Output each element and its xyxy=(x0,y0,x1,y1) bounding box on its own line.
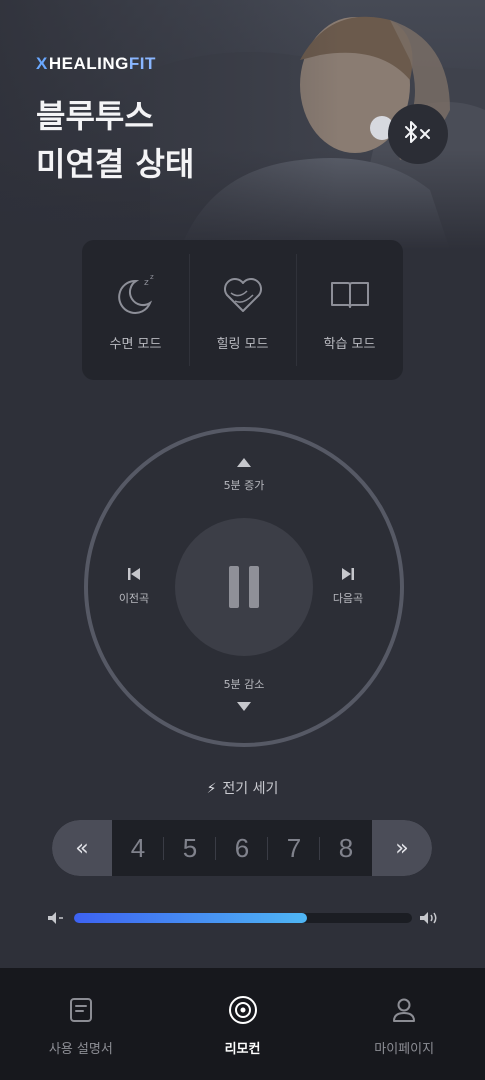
skip-next-icon xyxy=(342,568,354,580)
manual-icon xyxy=(69,998,92,1022)
hero-banner: X HEALING FIT 블루투스 미연결 상태 xyxy=(0,0,485,250)
power-level-option[interactable]: 4 xyxy=(112,833,164,864)
nav-label: 마이페이지 xyxy=(374,1042,435,1057)
double-chevron-right-icon: » xyxy=(395,835,409,861)
lightning-icon: ⚡ xyxy=(206,781,217,797)
brand-logo: X HEALING FIT xyxy=(36,54,156,74)
pause-icon xyxy=(229,566,259,608)
power-level-option[interactable]: 8 xyxy=(319,833,372,864)
nav-item-remote[interactable]: 리모컨 xyxy=(162,968,324,1080)
time-decrease-button[interactable]: 5분 감소 xyxy=(204,676,284,711)
previous-track-button[interactable]: 이전곡 xyxy=(104,566,164,606)
power-level-stepper: « 4 5 6 7 8 » xyxy=(52,820,432,876)
nav-item-manual[interactable]: 사용 설명서 xyxy=(0,968,162,1080)
mode-study[interactable]: 학습 모드 xyxy=(296,240,403,380)
logo-main: HEALING xyxy=(48,54,129,73)
nav-label: 사용 설명서 xyxy=(48,1042,113,1057)
power-level-option[interactable]: 5 xyxy=(163,833,216,864)
remote-icon xyxy=(228,996,257,1024)
book-icon xyxy=(330,281,369,308)
arrow-up-icon xyxy=(237,458,251,467)
bluetooth-disconnected-icon xyxy=(405,121,430,143)
svg-text:z: z xyxy=(144,278,149,288)
time-decrease-label: 5분 감소 xyxy=(223,678,265,691)
next-track-label: 다음곡 xyxy=(332,592,364,605)
mode-healing[interactable]: 힐링 모드 xyxy=(189,240,296,380)
bottom-navigation: 사용 설명서 리모컨 마이페이지 xyxy=(0,968,485,1080)
arrow-down-icon xyxy=(237,702,251,711)
volume-high-icon xyxy=(420,912,437,924)
nav-label: 리모컨 xyxy=(224,1042,261,1057)
volume-slider[interactable] xyxy=(46,908,440,928)
volume-track[interactable] xyxy=(74,913,412,923)
moon-sleep-icon: z z xyxy=(117,273,154,314)
next-track-button[interactable]: 다음곡 xyxy=(318,566,378,606)
bluetooth-button[interactable] xyxy=(388,104,448,164)
mode-sleep[interactable]: z z 수면 모드 xyxy=(82,240,189,380)
power-level-option[interactable]: 7 xyxy=(267,833,320,864)
time-increase-label: 5분 증가 xyxy=(223,479,265,492)
logo-x: X xyxy=(36,54,48,73)
volume-low-icon xyxy=(48,912,63,924)
mode-label: 수면 모드 xyxy=(109,336,162,352)
skip-previous-icon xyxy=(128,568,140,580)
power-increase-button[interactable]: » xyxy=(372,820,432,876)
power-label-text: 전기 세기 xyxy=(222,781,279,797)
double-chevron-left-icon: « xyxy=(75,835,89,861)
nav-item-mypage[interactable]: 마이페이지 xyxy=(323,968,485,1080)
user-icon xyxy=(393,998,416,1022)
heart-icon xyxy=(223,277,262,312)
title-line-1: 블루투스 xyxy=(36,97,154,135)
power-level-values: 4 5 6 7 8 xyxy=(112,820,372,876)
title-line-2: 미연결 상태 xyxy=(36,145,195,183)
volume-fill xyxy=(74,913,308,923)
power-decrease-button[interactable]: « xyxy=(52,820,112,876)
power-strength-label: ⚡ 전기 세기 xyxy=(0,778,485,798)
time-increase-button[interactable]: 5분 증가 xyxy=(204,458,284,493)
svg-text:z: z xyxy=(150,273,154,281)
previous-track-label: 이전곡 xyxy=(118,592,150,605)
remote-screen: X HEALING FIT 블루투스 미연결 상태 z z 수면 모드 힐링 모… xyxy=(0,0,485,1080)
mode-label: 학습 모드 xyxy=(323,336,376,352)
mode-label: 힐링 모드 xyxy=(216,336,269,352)
page-title: 블루투스 미연결 상태 xyxy=(36,92,194,188)
mode-selector: z z 수면 모드 힐링 모드 학습 모드 xyxy=(82,240,403,380)
pause-button[interactable] xyxy=(175,518,313,656)
power-level-option[interactable]: 6 xyxy=(215,833,268,864)
logo-fit: FIT xyxy=(128,54,156,73)
